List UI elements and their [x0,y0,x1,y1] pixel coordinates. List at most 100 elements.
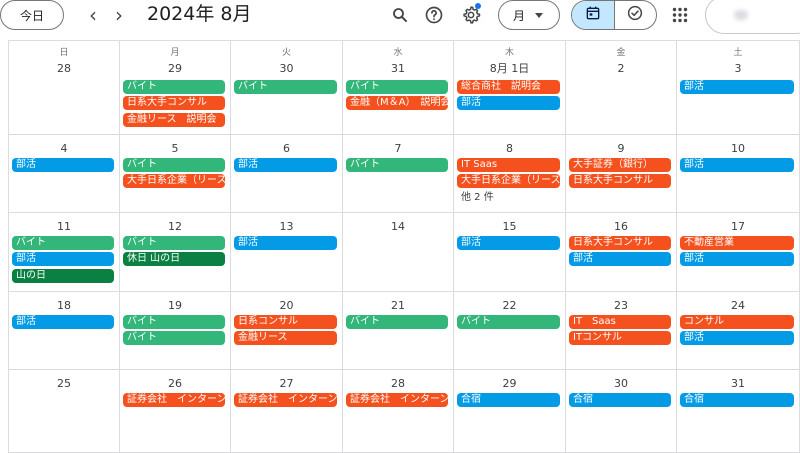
day-number[interactable]: 30 [566,377,676,391]
day-number[interactable]: 17 [677,220,799,234]
day-number[interactable]: 22 [454,299,565,313]
day-number[interactable]: 15 [454,220,565,234]
help-icon[interactable] [420,1,448,29]
search-icon[interactable] [386,1,414,29]
day-cell[interactable]: 日 28 [9,41,120,135]
event-chip[interactable]: 部活 [569,252,671,267]
event-chip[interactable]: 合宿 [457,393,560,407]
event-chip[interactable]: 部活 [680,252,794,267]
day-number[interactable]: 8月 1日 [454,62,565,76]
event-chip[interactable]: 金融リース [234,331,337,346]
event-chip[interactable]: 休日 山の日 [123,252,225,267]
event-chip[interactable]: 不動産営業 [680,236,794,250]
day-number[interactable]: 4 [9,142,119,156]
day-number[interactable]: 29 [454,377,565,391]
day-cell[interactable]: 16 日系大手コンサル 部活 [566,213,677,292]
event-chip[interactable]: バイト [346,315,448,329]
day-cell[interactable]: 24 コンサル部活 [677,292,800,370]
day-cell[interactable]: 火 30 バイト [231,41,343,135]
day-number[interactable]: 18 [9,299,119,313]
day-number[interactable]: 6 [231,142,342,156]
event-chip[interactable]: 部活 [234,158,337,172]
day-number[interactable]: 30 [231,62,342,76]
today-button[interactable]: 今日 [0,0,64,30]
day-number[interactable]: 8 [454,142,565,156]
settings-icon[interactable] [457,1,485,29]
day-number[interactable]: 24 [677,299,799,313]
tasks-view-toggle[interactable] [613,1,656,29]
day-cell[interactable]: 4 部活 [9,135,120,213]
day-cell[interactable]: 25 [9,370,120,453]
event-chip[interactable]: 部活 [12,158,114,172]
day-cell[interactable]: 22 バイト [454,292,566,370]
day-cell[interactable]: 11 バイト 部活 山の日 [9,213,120,292]
event-chip[interactable]: バイト [346,80,448,94]
day-number[interactable]: 3 [677,62,799,76]
event-chip[interactable]: 証券会社 インターン [123,393,225,407]
day-cell[interactable]: 9 大手証券（銀行） 日系大手コンサル [566,135,677,213]
day-number[interactable]: 12 [120,220,230,234]
event-chip[interactable]: 山の日 [12,268,114,283]
event-chip[interactable]: 総合商社 説明会 [457,80,560,94]
event-chip[interactable]: バイト [123,236,225,250]
day-number[interactable]: 29 [120,62,230,76]
day-cell[interactable]: 8 IT Saas 大手日系企業（リース） 他 2 件 [454,135,566,213]
day-cell[interactable]: 20 日系コンサル 金融リース [231,292,343,370]
apps-icon[interactable] [666,1,694,29]
day-number[interactable]: 21 [343,299,453,313]
event-chip[interactable]: 日系コンサル [234,315,337,329]
day-cell[interactable]: 7 バイト [343,135,454,213]
day-number[interactable]: 9 [566,142,676,156]
previous-month-button[interactable]: ‹ [80,2,106,28]
day-cell[interactable]: 26 証券会社 インターン [120,370,231,453]
event-chip[interactable]: 金融リース 説明会 [123,112,225,127]
day-number[interactable]: 10 [677,142,799,156]
view-selector[interactable]: 月 [498,0,560,30]
day-cell[interactable]: 10 部活 [677,135,800,213]
event-chip[interactable]: ITコンサル [569,331,671,346]
day-cell[interactable]: 5 バイト大手日系企業（リース） [120,135,231,213]
day-number[interactable]: 14 [343,220,453,234]
day-number[interactable]: 16 [566,220,676,234]
day-cell[interactable]: 15 部活 [454,213,566,292]
more-events-link[interactable]: 他 2 件 [457,191,560,205]
day-number[interactable]: 27 [231,377,342,391]
day-number[interactable]: 28 [9,62,119,76]
day-number[interactable]: 5 [120,142,230,156]
event-chip[interactable]: IT Saas [457,158,560,172]
day-number[interactable]: 23 [566,299,676,313]
event-chip[interactable]: 部活 [680,80,794,94]
event-chip[interactable]: 部活 [457,236,560,250]
day-cell[interactable]: 30 合宿 [566,370,677,453]
event-chip[interactable]: バイト [123,331,225,346]
day-number[interactable]: 2 [566,62,676,76]
event-chip[interactable]: 合宿 [569,393,671,407]
day-cell[interactable]: 6 部活 [231,135,343,213]
event-chip[interactable]: 金融（M＆A） 説明会 [346,96,448,111]
day-cell[interactable]: 12 バイト休日 山の日 [120,213,231,292]
day-number[interactable]: 13 [231,220,342,234]
event-chip[interactable]: コンサル [680,315,794,329]
event-chip[interactable]: 部活 [680,331,794,346]
day-number[interactable]: 31 [343,62,453,76]
day-cell[interactable]: 水 31 バイト 金融（M＆A） 説明会 [343,41,454,135]
day-cell[interactable]: 19 バイト バイト [120,292,231,370]
day-cell[interactable]: 金2 [566,41,677,135]
day-cell[interactable]: 17 不動産営業部活 [677,213,800,292]
event-chip[interactable]: 大手日系企業（リース） [123,174,225,189]
event-chip[interactable]: バイト [123,158,225,172]
day-cell[interactable]: 土 3 部活 [677,41,800,135]
day-cell[interactable]: 14 [343,213,454,292]
day-number[interactable]: 31 [677,377,799,391]
event-chip[interactable]: バイト [12,236,114,250]
day-number[interactable]: 20 [231,299,342,313]
day-cell[interactable]: 18 部活 [9,292,120,370]
event-chip[interactable]: 部活 [234,236,337,250]
event-chip[interactable]: バイト [457,315,560,329]
event-chip[interactable]: 日系大手コンサル [569,174,671,189]
event-chip[interactable]: 証券会社 インターン [234,393,337,407]
day-cell[interactable]: 27 証券会社 インターン [231,370,343,453]
calendar-view-toggle[interactable] [572,1,614,29]
day-number[interactable]: 19 [120,299,230,313]
day-cell[interactable]: 29 合宿 [454,370,566,453]
